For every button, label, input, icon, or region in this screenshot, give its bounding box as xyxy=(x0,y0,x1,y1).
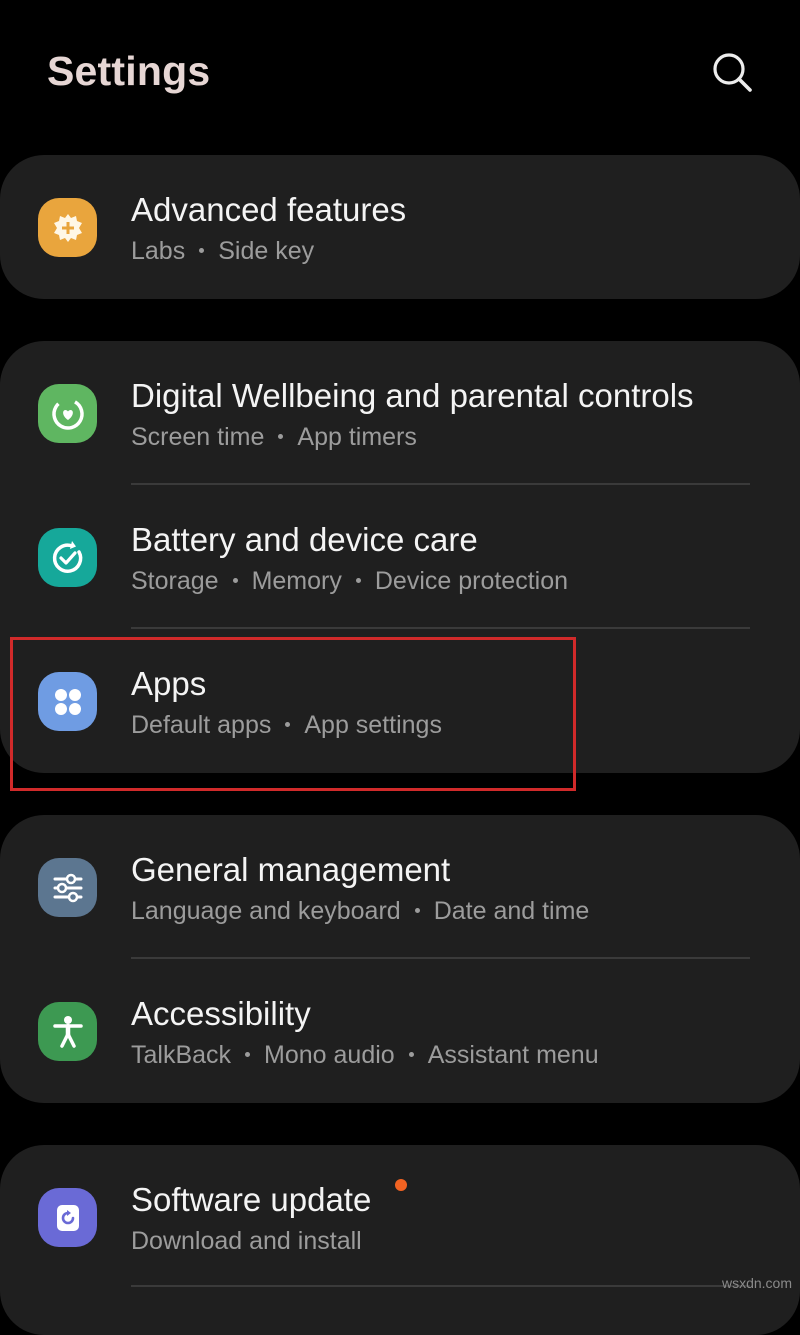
item-title: General management xyxy=(131,851,451,888)
item-subtitle: Download and install xyxy=(131,1227,362,1256)
subtitle-part: Side key xyxy=(218,237,315,265)
gear-plus-icon xyxy=(38,198,97,257)
item-subtitle: Screen time App timers xyxy=(131,423,417,452)
separator-dot xyxy=(285,721,291,727)
item-subtitle: Storage Memory Device protection xyxy=(131,567,568,596)
settings-card-1: Advanced features Labs Side key xyxy=(0,155,800,299)
subtitle-part: Labs xyxy=(131,237,186,265)
accessibility-person-icon xyxy=(38,1002,97,1061)
subtitle-part: App settings xyxy=(304,711,442,739)
item-title: Battery and device care xyxy=(131,521,478,558)
item-title: Software update xyxy=(131,1181,372,1218)
row-divider xyxy=(131,1285,750,1287)
item-title: Apps xyxy=(131,665,207,702)
apps-grid-icon xyxy=(38,672,97,731)
search-button[interactable] xyxy=(706,48,758,100)
item-title: Advanced features xyxy=(131,191,407,228)
subtitle-part: Device protection xyxy=(374,567,569,595)
item-subtitle: Default apps App settings xyxy=(131,711,442,740)
settings-card-4: Software update Download and install xyxy=(0,1145,800,1335)
separator-dot xyxy=(245,1051,251,1057)
subtitle-part: Default apps xyxy=(131,711,272,739)
settings-item-accessibility[interactable]: Accessibility TalkBack Mono audio Assistan… xyxy=(0,959,800,1103)
separator-dot xyxy=(232,577,238,583)
wellbeing-heart-icon xyxy=(38,384,97,443)
software-update-icon xyxy=(38,1188,97,1247)
subtitle-part: Download and install xyxy=(131,1227,362,1255)
update-badge-dot xyxy=(395,1179,407,1191)
separator-dot xyxy=(355,577,361,583)
item-subtitle: Language and keyboard Date and time xyxy=(131,897,589,926)
item-title: Accessibility xyxy=(131,995,311,1032)
subtitle-part: Memory xyxy=(251,567,342,595)
subtitle-part: Mono audio xyxy=(264,1041,395,1069)
separator-dot xyxy=(414,907,420,913)
subtitle-part: Screen time xyxy=(131,423,265,451)
item-title: Digital Wellbeing and parental controls xyxy=(131,377,694,414)
settings-card-2: Digital Wellbeing and parental controls … xyxy=(0,341,800,773)
settings-item-digital-wellbeing[interactable]: Digital Wellbeing and parental controls … xyxy=(0,341,800,485)
subtitle-part: Storage xyxy=(131,567,219,595)
item-subtitle: TalkBack Mono audio Assistant menu xyxy=(131,1041,599,1070)
page-title: Settings xyxy=(47,48,211,94)
subtitle-part: Date and time xyxy=(433,897,590,925)
separator-dot xyxy=(199,247,205,253)
watermark: wsxdn.com xyxy=(721,1275,792,1291)
separator-dot xyxy=(278,433,284,439)
settings-item-advanced-features[interactable]: Advanced features Labs Side key xyxy=(0,155,800,299)
separator-dot xyxy=(408,1051,414,1057)
settings-card-3: General management Language and keyboard… xyxy=(0,815,800,1103)
search-icon xyxy=(713,53,752,92)
item-subtitle: Labs Side key xyxy=(131,237,314,266)
app-header: Settings xyxy=(0,0,800,150)
subtitle-part: App timers xyxy=(297,423,417,451)
settings-item-software-update[interactable]: Software update Download and install xyxy=(0,1145,800,1289)
subtitle-part: Assistant menu xyxy=(427,1041,599,1069)
settings-item-battery-device-care[interactable]: Battery and device care Storage Memory Dev… xyxy=(0,485,800,629)
device-care-icon xyxy=(38,528,97,587)
settings-item-general-management[interactable]: General management Language and keyboard… xyxy=(0,815,800,959)
subtitle-part: TalkBack xyxy=(131,1041,232,1069)
subtitle-part: Language and keyboard xyxy=(131,897,401,925)
sliders-icon xyxy=(38,858,97,917)
settings-item-apps[interactable]: Apps Default apps App settings xyxy=(0,629,800,773)
